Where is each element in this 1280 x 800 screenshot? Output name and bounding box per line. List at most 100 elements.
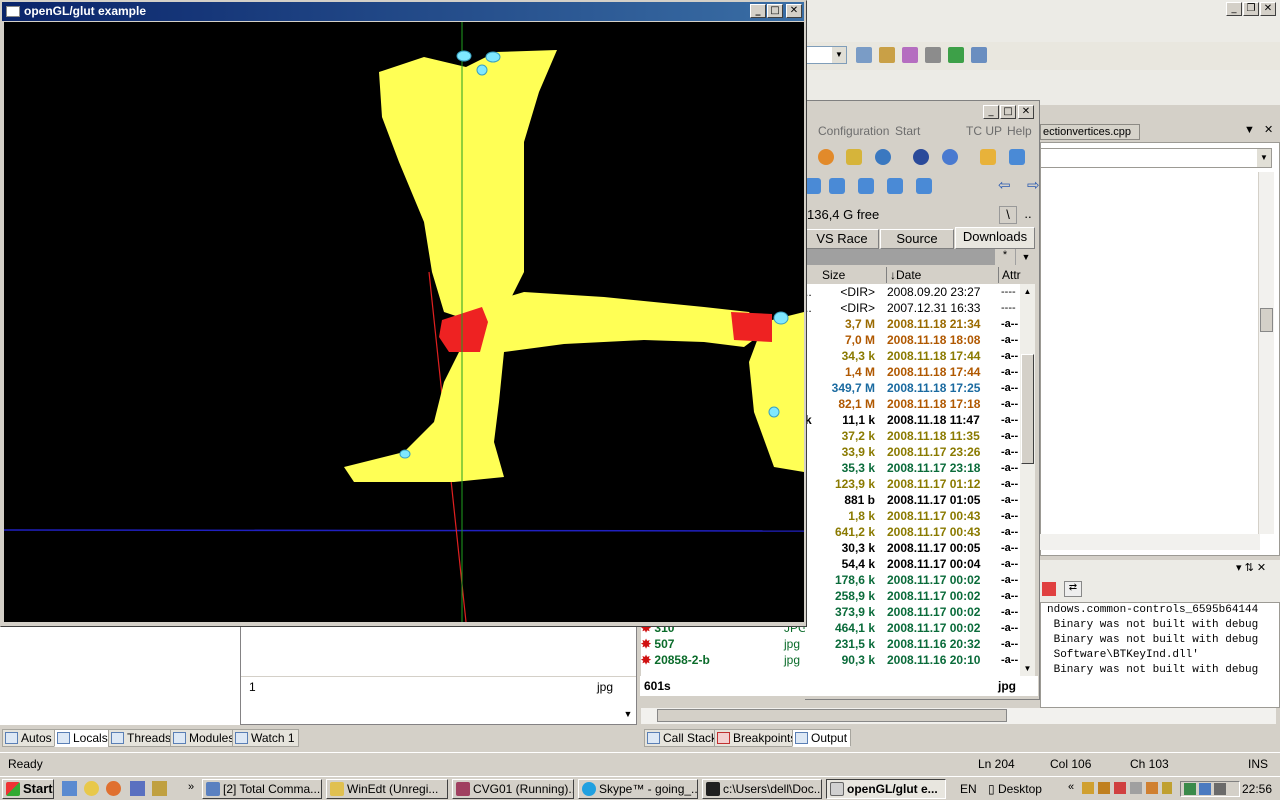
- table-row[interactable]: 258,9 k 2008.11.17 00:02 -a--: [805, 588, 1020, 604]
- delete-icon[interactable]: [916, 178, 932, 194]
- list-item[interactable]: ✸ 310 JPG: [641, 626, 805, 636]
- desktop-toolbar[interactable]: ▯ Desktop: [988, 782, 1042, 796]
- task-visual-studio[interactable]: CVG01 (Running)...: [452, 779, 574, 799]
- close-icon[interactable]: ✕: [1018, 105, 1034, 119]
- menu-configuration[interactable]: Configuration: [818, 124, 889, 138]
- column-attr[interactable]: Attr: [999, 267, 1036, 283]
- table-row[interactable]: 30,3 k 2008.11.17 00:05 -a--: [805, 540, 1020, 556]
- help-icon[interactable]: [942, 149, 958, 165]
- task-skype[interactable]: Skype™ - going_...: [578, 779, 698, 799]
- pane-menu-icon[interactable]: ▾ ⇅ ✕: [1236, 561, 1266, 574]
- quicklaunch-icon[interactable]: [152, 781, 167, 796]
- volume-icon[interactable]: [1214, 783, 1226, 795]
- table-row[interactable]: .. <DIR> 2007.12.31 16:33 ----: [805, 300, 1020, 316]
- history-icon[interactable]: *: [995, 249, 1015, 265]
- minimize-icon[interactable]: _: [983, 105, 999, 119]
- sync-icon[interactable]: [846, 149, 862, 165]
- chevron-left-icon[interactable]: «: [1068, 781, 1074, 793]
- table-row[interactable]: 3,7 M 2008.11.18 21:34 -a--: [805, 316, 1020, 332]
- table-row[interactable]: k 11,1 k 2008.11.18 11:47 -a--: [805, 412, 1020, 428]
- table-row[interactable]: 37,2 k 2008.11.18 11:35 -a--: [805, 428, 1020, 444]
- tab-locals[interactable]: Locals: [54, 729, 112, 747]
- tab-downloads[interactable]: Downloads: [955, 227, 1035, 249]
- tc-left-file-panel[interactable]: [240, 625, 637, 725]
- properties-icon[interactable]: [902, 47, 918, 63]
- parent-button[interactable]: ..: [1019, 206, 1037, 221]
- table-row[interactable]: 881 b 2008.11.17 01:05 -a--: [805, 492, 1020, 508]
- view-icon[interactable]: [805, 178, 821, 194]
- clock[interactable]: 22:56: [1242, 782, 1272, 796]
- tab-modules[interactable]: Modules: [170, 729, 239, 747]
- output-horizontal-scrollbar[interactable]: [641, 708, 1276, 724]
- chevron-down-icon[interactable]: ▼: [1244, 124, 1255, 136]
- scroll-thumb[interactable]: [1260, 308, 1273, 332]
- tc-left-file-rows[interactable]: ✸ 310 JPG ✸ 507 jpg ✸ 20858-2-b jpg: [641, 626, 805, 676]
- table-row[interactable]: 231,5 k 2008.11.16 20:32 -a--: [805, 636, 1020, 652]
- menu-help[interactable]: Help: [1007, 124, 1032, 138]
- root-button[interactable]: \: [999, 206, 1017, 224]
- firefox-icon[interactable]: [106, 781, 121, 796]
- table-row[interactable]: 1,8 k 2008.11.17 00:43 -a--: [805, 508, 1020, 524]
- member-combo[interactable]: ▼: [1040, 148, 1272, 168]
- minimize-icon[interactable]: _: [1226, 2, 1242, 16]
- editor-horizontal-scrollbar[interactable]: [1040, 534, 1260, 550]
- scroll-up-icon[interactable]: ▲: [1020, 284, 1035, 299]
- opengl-render-canvas[interactable]: [3, 22, 805, 623]
- app-icon[interactable]: [6, 6, 20, 17]
- language-indicator[interactable]: EN: [960, 782, 977, 796]
- tc-vertical-scrollbar[interactable]: ▲ ▼: [1020, 284, 1035, 676]
- minimize-icon[interactable]: _: [750, 4, 766, 18]
- tray-icon[interactable]: [1184, 783, 1196, 795]
- tab-source-file[interactable]: ectionvertices.cpp: [1040, 124, 1140, 140]
- find-icon[interactable]: [856, 47, 872, 63]
- tab-vs-race-eng[interactable]: VS Race Eng: [805, 229, 879, 264]
- maximize-icon[interactable]: □: [1000, 105, 1016, 119]
- word-wrap-icon[interactable]: ⇄: [1064, 581, 1082, 597]
- scroll-thumb[interactable]: [657, 709, 1007, 722]
- table-row[interactable]: .. <DIR> 2008.09.20 23:27 ----: [805, 284, 1020, 300]
- chevron-down-icon[interactable]: ▼: [1016, 249, 1036, 265]
- locals-pane[interactable]: [0, 625, 240, 725]
- close-icon[interactable]: ✕: [1264, 123, 1273, 136]
- quicklaunch-icon[interactable]: [130, 781, 145, 796]
- refresh-icon[interactable]: [818, 149, 834, 165]
- tray-icon[interactable]: [1130, 782, 1142, 794]
- scroll-thumb[interactable]: [1021, 354, 1034, 464]
- menu-tc-up[interactable]: TC UP: [966, 124, 1002, 138]
- table-row[interactable]: 178,6 k 2008.11.17 00:02 -a--: [805, 572, 1020, 588]
- tray-icon[interactable]: [1162, 782, 1172, 794]
- table-row[interactable]: 33,9 k 2008.11.17 23:26 -a--: [805, 444, 1020, 460]
- gl-title-bar[interactable]: openGL/glut example _ □ ✕: [2, 2, 804, 21]
- solution-platform-combo[interactable]: ▼: [805, 46, 847, 64]
- table-row[interactable]: 90,3 k 2008.11.16 20:10 -a--: [805, 652, 1020, 668]
- quicklaunch-icon[interactable]: [84, 781, 99, 796]
- table-row[interactable]: 349,7 M 2008.11.18 17:25 -a--: [805, 380, 1020, 396]
- tab-threads[interactable]: Threads: [108, 729, 176, 747]
- table-row[interactable]: 1,4 M 2008.11.18 17:44 -a--: [805, 364, 1020, 380]
- tab-autos[interactable]: Autos: [2, 729, 56, 747]
- move-icon[interactable]: [887, 178, 903, 194]
- window-icon[interactable]: [971, 47, 987, 63]
- tray-icon[interactable]: [1082, 782, 1094, 794]
- restore-icon[interactable]: ❐: [1243, 2, 1259, 16]
- tab-source[interactable]: Source: [880, 229, 954, 249]
- tab-output[interactable]: Output: [792, 729, 852, 747]
- list-item[interactable]: ✸ 507 jpg: [641, 636, 800, 652]
- list-item[interactable]: ✸ 20858-2-b jpg: [641, 652, 800, 668]
- close-icon[interactable]: ✕: [1260, 2, 1276, 16]
- chevron-right-icon[interactable]: »: [188, 781, 194, 793]
- back-icon[interactable]: ⇦: [998, 176, 1011, 194]
- maximize-icon[interactable]: □: [767, 4, 783, 18]
- table-row[interactable]: 464,1 k 2008.11.17 00:02 -a--: [805, 620, 1020, 636]
- tc-path-bar[interactable]: * ▼: [805, 249, 1036, 265]
- network-icon[interactable]: [875, 149, 891, 165]
- table-row[interactable]: 34,3 k 2008.11.18 17:44 -a--: [805, 348, 1020, 364]
- column-date[interactable]: ↓Date: [887, 267, 999, 283]
- task-total-commander[interactable]: [2] Total Comma...: [202, 779, 322, 799]
- folder-icon[interactable]: [829, 178, 845, 194]
- tray-icon[interactable]: [1146, 782, 1158, 794]
- tab-breakpoints[interactable]: Breakpoints: [714, 729, 801, 747]
- search-icon[interactable]: [913, 149, 929, 165]
- menu-start[interactable]: Start: [895, 124, 920, 138]
- table-row[interactable]: 7,0 M 2008.11.18 18:08 -a--: [805, 332, 1020, 348]
